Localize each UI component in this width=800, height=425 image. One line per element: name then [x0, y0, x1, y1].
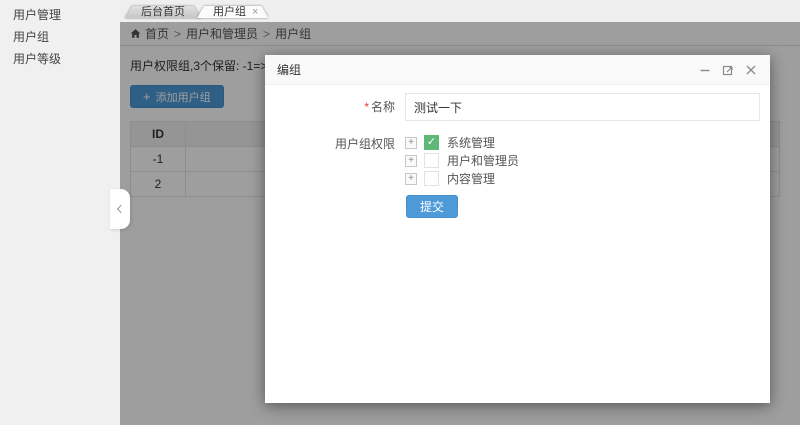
modal-title: 编组	[277, 55, 301, 85]
modal-header[interactable]: 编组	[265, 55, 770, 85]
checkbox-system[interactable]: ✓	[424, 135, 439, 150]
close-button[interactable]	[744, 63, 758, 77]
permissions-label: 用户组权限	[265, 135, 405, 186]
name-label: *名称	[265, 93, 405, 121]
tree-row-system: + ✓ 系统管理	[405, 135, 519, 150]
tab-user-group-label: 用户组	[213, 6, 246, 18]
expand-icon[interactable]: +	[405, 137, 417, 149]
name-form-row: *名称	[265, 93, 770, 121]
checkbox-content[interactable]: ✓	[424, 171, 439, 186]
tree-row-users-admins: + ✓ 用户和管理员	[405, 153, 519, 168]
modal-controls	[698, 63, 758, 77]
close-icon	[745, 64, 757, 76]
tree-label-content[interactable]: 内容管理	[447, 170, 495, 187]
minimize-icon	[699, 64, 711, 76]
modal-body: *名称 用户组权限 + ✓ 系统管理 + ✓ 用户和管理员	[265, 85, 770, 218]
check-icon: ✓	[427, 137, 436, 148]
tree-label-users-admins[interactable]: 用户和管理员	[447, 152, 519, 169]
submit-button[interactable]: 提交	[406, 195, 458, 218]
expand-icon[interactable]: +	[405, 155, 417, 167]
permissions-form-row: 用户组权限 + ✓ 系统管理 + ✓ 用户和管理员 + ✓	[265, 135, 770, 186]
tab-user-group[interactable]: 用户组 ×	[197, 6, 268, 18]
sidebar-item-user-management[interactable]: 用户管理	[0, 4, 120, 26]
tree-row-content: + ✓ 内容管理	[405, 171, 519, 186]
maximize-icon	[722, 64, 734, 76]
sidebar-collapse-handle[interactable]	[110, 189, 130, 229]
tab-dashboard[interactable]: 后台首页	[125, 6, 201, 18]
sidebar-item-user-group[interactable]: 用户组	[0, 26, 120, 48]
checkbox-users-admins[interactable]: ✓	[424, 153, 439, 168]
required-mark: *	[364, 100, 369, 114]
name-label-text: 名称	[371, 100, 395, 114]
tab-close-icon[interactable]: ×	[252, 6, 258, 18]
tab-bar: 后台首页 用户组 ×	[120, 0, 800, 22]
maximize-button[interactable]	[721, 63, 735, 77]
chevron-left-icon	[117, 205, 125, 213]
sidebar: 用户管理 用户组 用户等级	[0, 0, 120, 425]
minimize-button[interactable]	[698, 63, 712, 77]
group-name-input[interactable]	[405, 93, 760, 121]
sidebar-item-user-level[interactable]: 用户等级	[0, 48, 120, 70]
edit-group-modal: 编组 *名称 用户组权限	[265, 55, 770, 403]
tab-dashboard-label: 后台首页	[141, 6, 185, 18]
app-window: 用户管理 用户组 用户等级 后台首页 用户组× 首页>用户和管理员>用户组 用户…	[0, 0, 800, 425]
tree-label-system[interactable]: 系统管理	[447, 134, 495, 151]
expand-icon[interactable]: +	[405, 173, 417, 185]
permission-tree: + ✓ 系统管理 + ✓ 用户和管理员 + ✓ 内容管理	[405, 135, 519, 186]
